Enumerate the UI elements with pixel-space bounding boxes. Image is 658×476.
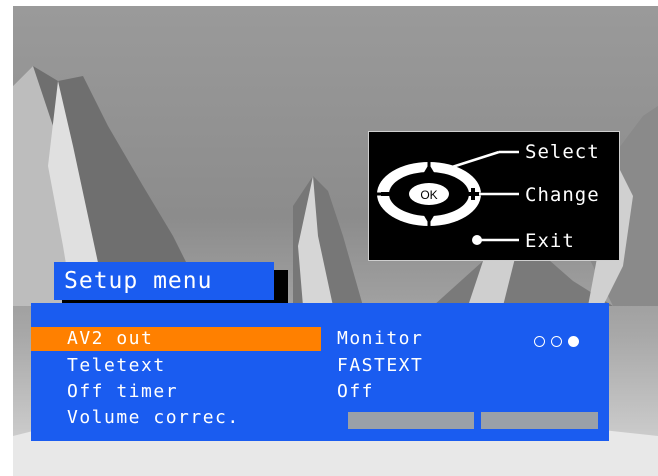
menu-item-label: Volume correc. bbox=[67, 407, 240, 428]
menu-row-volume-correction[interactable]: Volume correc. bbox=[31, 406, 609, 430]
setup-menu-panel: AV2 out Monitor Teletext FASTEXT Off tim… bbox=[31, 303, 609, 441]
volume-bar-right[interactable] bbox=[481, 412, 598, 429]
option-dot-empty bbox=[534, 336, 545, 347]
remote-help-panel: OK Select Change Exit bbox=[368, 131, 620, 261]
menu-item-value: FASTEXT bbox=[337, 355, 424, 376]
menu-row-teletext[interactable]: Teletext FASTEXT bbox=[31, 354, 609, 378]
ok-label: OK bbox=[420, 188, 437, 202]
menu-item-label: AV2 out bbox=[31, 327, 321, 351]
menu-item-label: Off timer bbox=[67, 381, 179, 402]
menu-item-value: Monitor bbox=[337, 328, 424, 349]
menu-item-label: Teletext bbox=[67, 355, 166, 376]
exit-label: Exit bbox=[525, 230, 575, 252]
option-dot-filled bbox=[568, 336, 579, 347]
menu-item-value: Off bbox=[337, 381, 375, 402]
volume-bar-left[interactable] bbox=[348, 412, 474, 429]
menu-row-off-timer[interactable]: Off timer Off bbox=[31, 380, 609, 404]
option-dots bbox=[534, 332, 585, 347]
option-dot-empty bbox=[551, 336, 562, 347]
menu-title: Setup menu bbox=[54, 262, 274, 300]
menu-row-av2-out[interactable]: AV2 out Monitor bbox=[31, 327, 609, 351]
select-label: Select bbox=[525, 141, 600, 163]
change-label: Change bbox=[525, 184, 600, 206]
